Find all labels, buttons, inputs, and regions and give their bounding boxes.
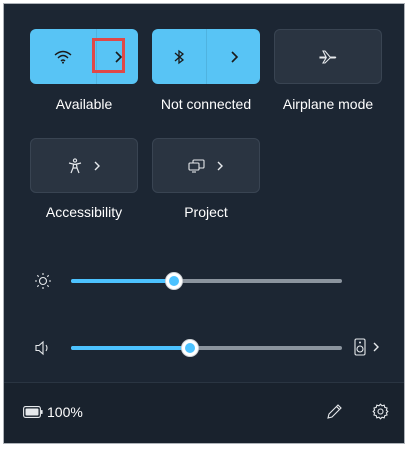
brightness-thumb[interactable] (164, 272, 183, 290)
volume-slider[interactable] (71, 339, 342, 357)
brightness-icon (35, 273, 51, 289)
chevron-right-icon (94, 161, 100, 170)
wifi-toggle[interactable] (30, 29, 96, 84)
volume-row (4, 333, 404, 363)
edit-quick-settings-button[interactable] (324, 401, 344, 421)
speaker-icon (35, 340, 48, 356)
audio-device-icon (354, 338, 366, 356)
airplane-mode-label: Airplane mode (282, 96, 374, 112)
highlight-box (92, 38, 125, 73)
brightness-fill (71, 279, 174, 283)
bluetooth-expand-button[interactable] (207, 29, 260, 84)
brightness-slider[interactable] (71, 272, 342, 290)
chevron-right-icon (217, 161, 223, 170)
brightness-row (4, 266, 404, 296)
wifi-label: Available (55, 96, 113, 112)
chevron-right-icon (230, 50, 238, 63)
volume-fill (71, 346, 191, 350)
wifi-tile[interactable] (30, 29, 138, 84)
bluetooth-tile[interactable] (152, 29, 260, 84)
footer-bar: 100% (4, 382, 404, 443)
settings-button[interactable] (370, 401, 390, 421)
accessibility-label: Accessibility (45, 204, 123, 220)
battery-status[interactable]: 100% (23, 404, 83, 420)
wifi-icon (54, 50, 72, 64)
airplane-icon (319, 49, 337, 64)
pencil-icon (326, 403, 342, 419)
audio-output-button[interactable] (354, 338, 380, 356)
project-tile[interactable] (152, 138, 260, 193)
bluetooth-icon (174, 49, 185, 64)
accessibility-icon (68, 157, 82, 173)
quick-settings-panel: Available Not connected Airplane mode Ac… (3, 3, 405, 444)
project-label: Project (184, 204, 228, 220)
accessibility-tile[interactable] (30, 138, 138, 193)
battery-percentage: 100% (47, 404, 83, 420)
gear-icon (371, 402, 389, 420)
chevron-right-icon (373, 342, 379, 352)
volume-thumb[interactable] (181, 339, 200, 357)
battery-icon (23, 406, 43, 418)
project-icon (188, 158, 205, 173)
bluetooth-label: Not connected (160, 96, 252, 112)
bluetooth-toggle[interactable] (152, 29, 206, 84)
airplane-mode-tile[interactable] (274, 29, 382, 84)
